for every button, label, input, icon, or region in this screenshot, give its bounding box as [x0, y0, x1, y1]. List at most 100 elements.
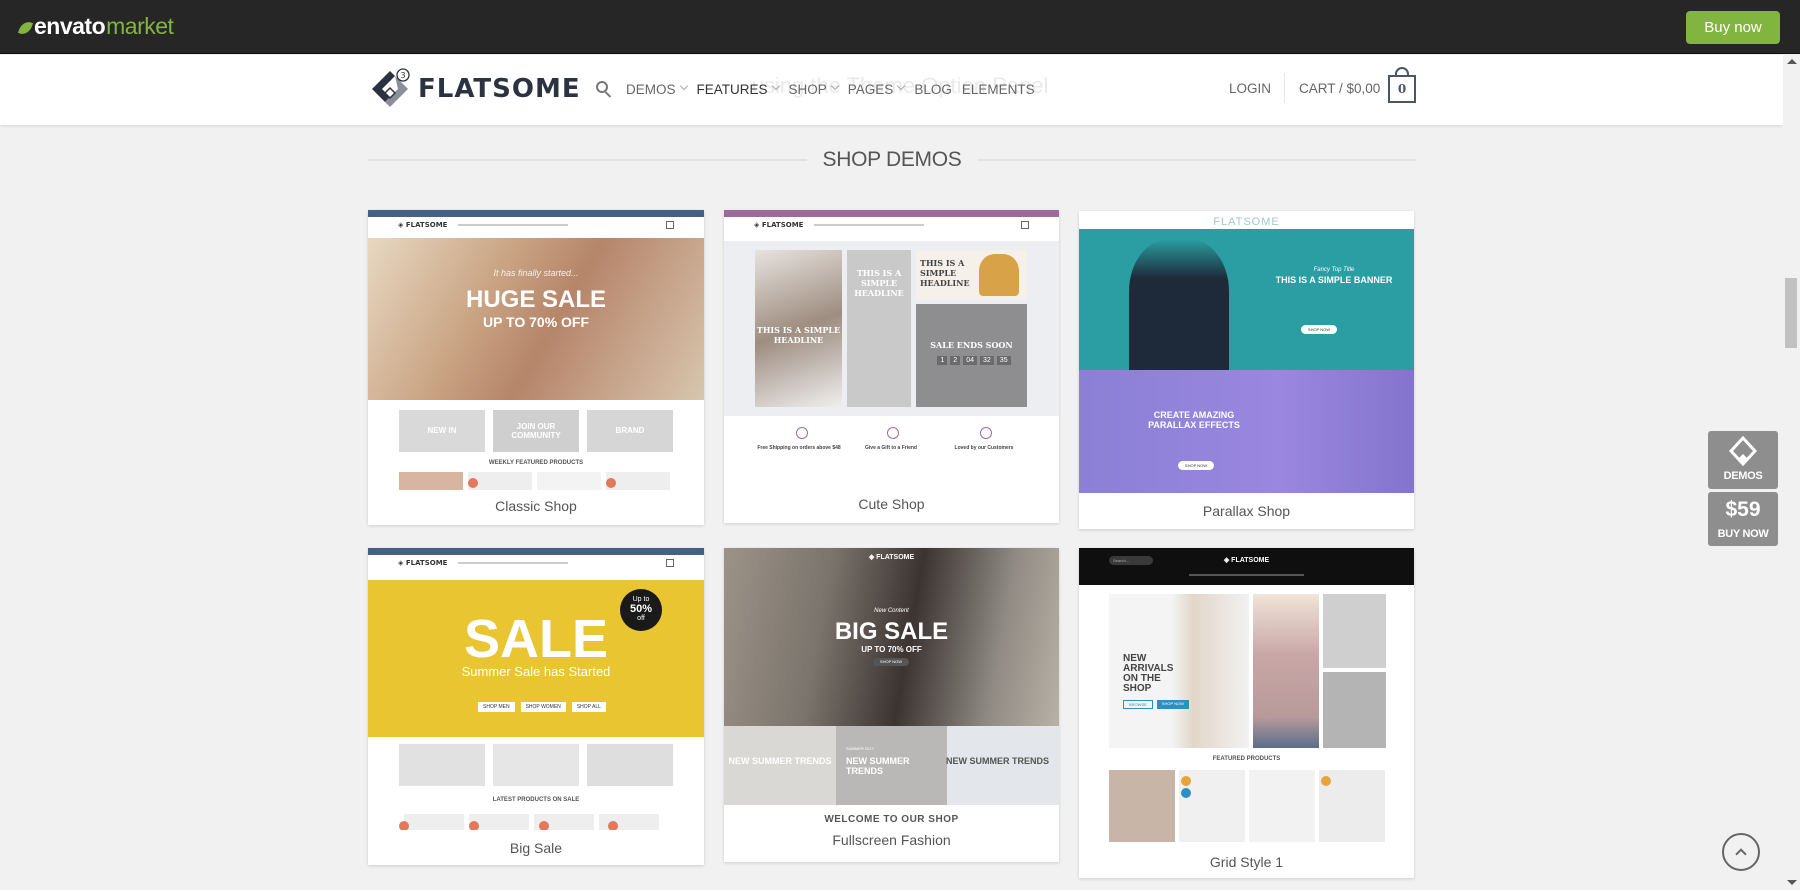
flatsome-logo-icon: 3: [372, 68, 410, 107]
chevron-down-icon: [771, 81, 780, 91]
demo-card-label[interactable]: Parallax Shop: [1079, 503, 1414, 519]
scroll-up-arrow-icon[interactable]: [1787, 59, 1797, 64]
nav-shop[interactable]: SHOP: [788, 81, 840, 97]
mini-header: ◈ FLATSOME: [368, 555, 704, 573]
demo-card-label[interactable]: Fullscreen Fashion: [724, 832, 1059, 848]
demo-card-grid-style-1[interactable]: Search... ◈ FLATSOME NEW ARRIVALS ON THE…: [1079, 548, 1414, 878]
promo-tile: BRAND: [587, 410, 673, 452]
flatsome-logo[interactable]: 3 FLATSOME: [368, 67, 581, 111]
demo-card-classic-shop[interactable]: ◈ FLATSOME It has finally started... HUG…: [368, 210, 704, 525]
demo-thumbnail[interactable]: ◈ FLATSOME SALE Summer Sale has Started …: [368, 548, 704, 830]
cart-link[interactable]: CART / $0,00: [1299, 81, 1380, 96]
flatsome-logo-icon: [1729, 436, 1757, 466]
hero-image: It has finally started... HUGE SALE UP T…: [368, 238, 704, 400]
logo-version-badge: 3: [400, 71, 405, 80]
products-title: LATEST PRODUCTS ON SALE: [492, 797, 580, 803]
nav-elements[interactable]: ELEMENTS: [962, 82, 1035, 97]
hero-subtitle: UP TO 70% OFF: [861, 645, 922, 654]
mini-header: ◈ FLATSOME: [368, 217, 704, 235]
cart-count-icon[interactable]: 0: [1388, 75, 1416, 103]
page-scrollbar[interactable]: [1783, 55, 1800, 890]
heart-icon: [980, 427, 992, 439]
hero-subtitle: Summer Sale has Started: [461, 664, 611, 679]
floating-demos-button[interactable]: DEMOS: [1708, 431, 1778, 489]
scrollbar-thumb[interactable]: [1785, 278, 1797, 348]
divider: [368, 159, 807, 161]
floating-buy-label: BUY NOW: [1717, 528, 1769, 540]
hero-title: BIG SALE: [834, 618, 949, 645]
site-header: using the Theme Option Panel 3 FLATSOME …: [0, 55, 1783, 125]
search-icon[interactable]: [596, 81, 612, 98]
logo-text: FLATSOME: [418, 74, 581, 104]
promo-tile: [1323, 594, 1386, 668]
back-to-top-button[interactable]: [1722, 833, 1760, 871]
mini-topbar: [724, 210, 1059, 217]
demo-thumbnail[interactable]: ◈ FLATSOME New Content BIG SALE UP TO 70…: [724, 548, 1059, 805]
chevron-down-icon: [830, 81, 840, 91]
demo-card-parallax-shop[interactable]: FLATSOME Fancy Top Title THIS IS A SIMPL…: [1079, 211, 1414, 529]
envato-logo-word: envato: [34, 13, 106, 39]
products-title: WEEKLY FEATURED PRODUCTS: [488, 460, 584, 466]
nav-demos[interactable]: DEMOS: [626, 81, 688, 97]
section-title: SHOP DEMOS: [822, 148, 962, 171]
star-icon: [796, 427, 808, 439]
nav-shop-label: SHOP: [788, 81, 827, 97]
envato-market-logo[interactable]: envato market: [17, 13, 174, 40]
nav-features[interactable]: FEATURES: [696, 81, 780, 97]
gift-icon: [887, 427, 899, 439]
nav-features-label: FEATURES: [696, 81, 768, 97]
hero-tile: NEW ARRIVALS ON THE SHOP BROWSE SHOP NOW: [1109, 594, 1249, 748]
promo-tile: [1323, 672, 1386, 748]
nav-blog[interactable]: BLOG: [914, 82, 952, 97]
mini-topbar: [368, 548, 704, 555]
demo-card-label[interactable]: Cute Shop: [724, 496, 1059, 512]
promo-tile: [399, 744, 485, 786]
hero-subtitle: UP TO 70% OFF: [482, 314, 590, 330]
promo-tile: THIS IS A SIMPLE HEADLINE: [755, 250, 842, 407]
mini-logo: FLATSOME: [1213, 216, 1280, 228]
demo-card-cute-shop[interactable]: ◈ FLATSOME THIS IS A SIMPLE HEADLINE THI…: [724, 210, 1059, 523]
promo-tile: SALE ENDS SOON 1 2 04 32 35: [916, 304, 1027, 407]
promo-tile: JOIN OUR COMMUNITY: [493, 410, 579, 452]
hero-script: It has finally started...: [493, 268, 579, 278]
divider: [977, 159, 1417, 161]
nav-demos-label: DEMOS: [626, 81, 676, 97]
nav-pages[interactable]: PAGES: [848, 81, 906, 97]
login-link[interactable]: LOGIN: [1229, 81, 1271, 96]
demo-card-label[interactable]: Grid Style 1: [1079, 854, 1414, 870]
hero-image: ◈ FLATSOME New Content BIG SALE UP TO 70…: [724, 548, 1059, 726]
chevron-down-icon: [679, 81, 688, 91]
chevron-down-icon: [897, 81, 906, 91]
demo-card-big-sale[interactable]: ◈ FLATSOME SALE Summer Sale has Started …: [368, 548, 704, 865]
promo-tile: THIS IS A SIMPLE HEADLINE: [847, 250, 911, 407]
floating-demos-label: DEMOS: [1723, 470, 1763, 482]
parallax-image: CREATE AMAZING PARALLAX EFFECTS SHOP NOW: [1079, 370, 1414, 493]
demo-thumbnail[interactable]: ◈ FLATSOME THIS IS A SIMPLE HEADLINE THI…: [724, 210, 1059, 488]
header-divider: [1284, 73, 1285, 103]
promo-tile: NEW SUMMER TRENDS: [946, 726, 1059, 805]
promo-tile: SUMMER 2017 NEW SUMMER TRENDS: [836, 726, 947, 805]
hero-title: HUGE SALE: [465, 286, 606, 313]
demo-thumbnail[interactable]: ◈ FLATSOME It has finally started... HUG…: [368, 210, 704, 490]
demo-card-label[interactable]: Classic Shop: [368, 498, 704, 514]
section-heading: SHOP DEMOS: [368, 148, 1417, 172]
demo-thumbnail[interactable]: Search... ◈ FLATSOME NEW ARRIVALS ON THE…: [1079, 548, 1414, 846]
welcome-heading: WELCOME TO OUR SHOP: [824, 814, 959, 825]
main-nav: DEMOS FEATURES SHOP PAGES BLOG ELEMENTS: [596, 81, 1045, 98]
chevron-up-icon: [1735, 848, 1747, 860]
floating-price: $59: [1725, 498, 1761, 521]
promo-tile: [1253, 594, 1319, 748]
hero-banner: SALE Summer Sale has Started Up to 50% o…: [368, 580, 704, 737]
floating-buy-button[interactable]: $59 BUY NOW: [1708, 492, 1778, 546]
nav-elements-label: ELEMENTS: [961, 81, 1035, 97]
buy-now-button[interactable]: Buy now: [1686, 11, 1780, 44]
hero-script: New Content: [874, 608, 909, 614]
demo-card-label[interactable]: Big Sale: [368, 840, 704, 856]
promo-tile: THIS IS A SIMPLE HEADLINE: [916, 250, 1027, 300]
demo-card-fullscreen-fashion[interactable]: ◈ FLATSOME New Content BIG SALE UP TO 70…: [724, 548, 1059, 862]
products-title: FEATURED PRODUCTS: [1212, 756, 1281, 762]
scroll-down-arrow-icon[interactable]: [1787, 880, 1797, 885]
demo-thumbnail[interactable]: FLATSOME Fancy Top Title THIS IS A SIMPL…: [1079, 211, 1414, 493]
mini-header: ◈ FLATSOME: [724, 217, 1059, 235]
promo-tile: [493, 744, 579, 786]
